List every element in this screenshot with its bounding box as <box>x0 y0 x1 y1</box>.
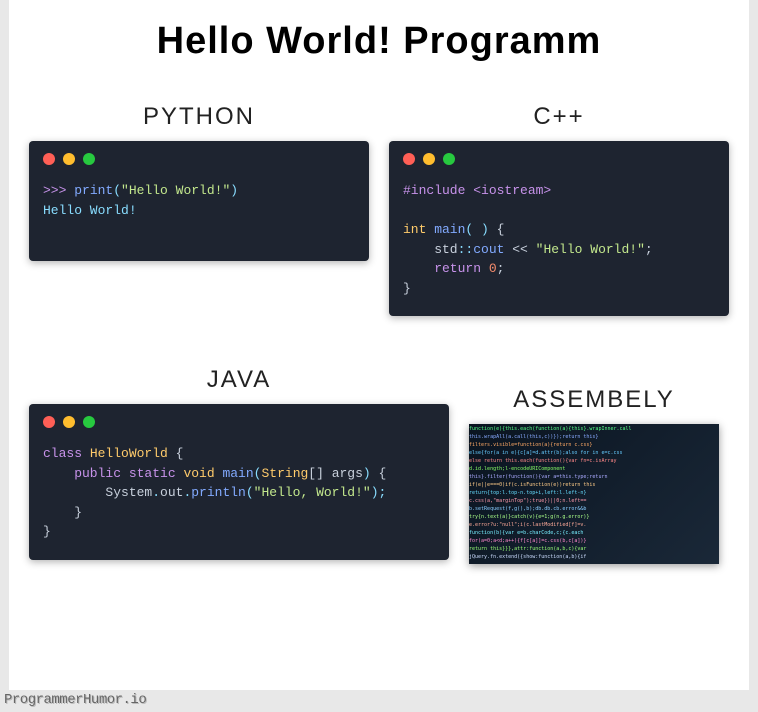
java-terminal: class HelloWorld { public static void ma… <box>29 404 449 560</box>
python-output: Hello World! <box>43 201 355 221</box>
python-terminal: >>> print("Hello World!") Hello World! <box>29 141 369 261</box>
maximize-icon <box>83 153 95 165</box>
meme-card: Hello World! Programm PYTHON >>> print("… <box>9 0 749 690</box>
cpp-include: #include <iostream> <box>403 181 715 201</box>
java-close2: } <box>43 522 435 542</box>
java-label: JAVA <box>207 366 271 394</box>
minimize-icon <box>423 153 435 165</box>
cpp-cout: std::cout << "Hello World!"; <box>403 240 715 260</box>
java-class: class HelloWorld { <box>43 444 435 464</box>
minimize-icon <box>63 153 75 165</box>
close-icon <box>43 416 55 428</box>
cpp-main: int main( ) { <box>403 220 715 240</box>
python-panel: PYTHON >>> print("Hello World!") Hello W… <box>29 103 369 316</box>
java-println: System.out.println("Hello, World!"); <box>43 483 435 503</box>
minimize-icon <box>63 416 75 428</box>
maximize-icon <box>83 416 95 428</box>
java-panel: JAVA class HelloWorld { public static vo… <box>29 366 449 560</box>
cpp-return: return 0; <box>403 259 715 279</box>
java-close1: } <box>43 503 435 523</box>
assembly-label: ASSEMBELY <box>513 386 675 414</box>
assembly-code-image: function(e){this.each(function(a){this}.… <box>469 424 719 564</box>
window-controls <box>403 153 715 165</box>
close-icon <box>403 153 415 165</box>
cpp-close: } <box>403 279 715 299</box>
cpp-panel: C++ #include <iostream> int main( ) { st… <box>389 103 729 316</box>
cpp-label: C++ <box>533 103 584 131</box>
page-title: Hello World! Programm <box>19 20 739 63</box>
watermark: ProgrammerHumor.io <box>4 692 146 708</box>
maximize-icon <box>443 153 455 165</box>
close-icon <box>43 153 55 165</box>
python-code-line: >>> print("Hello World!") <box>43 181 355 201</box>
python-label: PYTHON <box>143 103 255 131</box>
assembly-panel: ASSEMBELY function(e){this.each(function… <box>469 386 719 564</box>
window-controls <box>43 153 355 165</box>
cpp-terminal: #include <iostream> int main( ) { std::c… <box>389 141 729 316</box>
window-controls <box>43 416 435 428</box>
java-main: public static void main(String[] args) { <box>43 464 435 484</box>
